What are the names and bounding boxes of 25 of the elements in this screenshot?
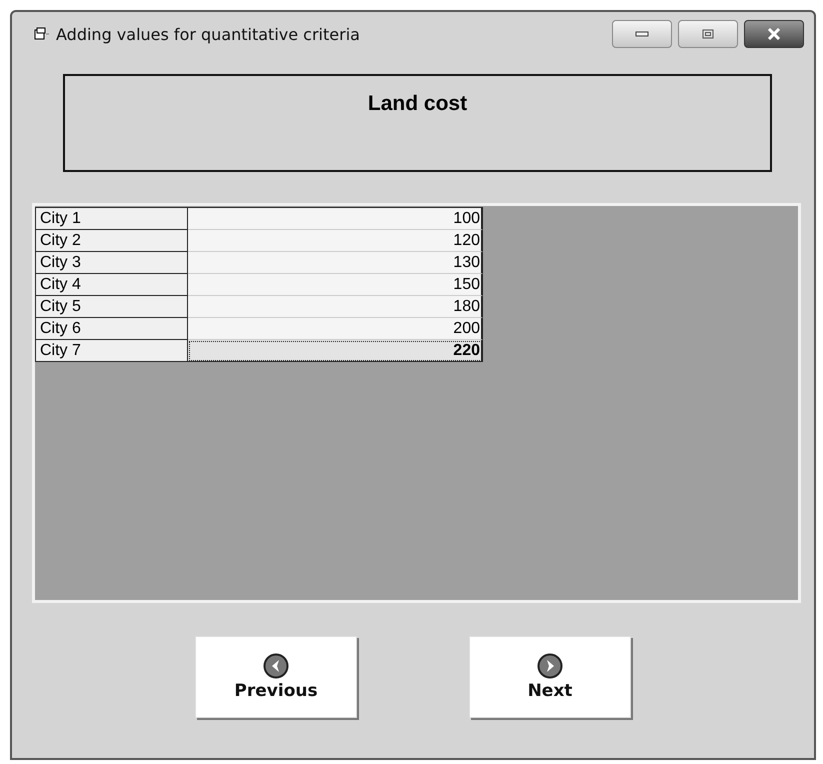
row-header[interactable]: City 4 xyxy=(35,274,188,296)
value-cell[interactable]: 150 xyxy=(188,274,483,296)
maximize-icon xyxy=(702,29,714,39)
window-title: Adding values for quantitative criteria xyxy=(56,24,360,44)
value-cell[interactable]: 200 xyxy=(188,318,483,340)
minimize-button[interactable] xyxy=(612,20,672,48)
minimize-icon xyxy=(635,31,649,37)
row-header[interactable]: City 6 xyxy=(35,318,188,340)
value-cell[interactable]: 220 xyxy=(188,340,483,362)
row-header[interactable]: City 3 xyxy=(35,252,188,274)
row-header[interactable]: City 5 xyxy=(35,296,188,318)
row-header[interactable]: City 1 xyxy=(35,207,188,230)
row-header[interactable]: City 7 xyxy=(35,340,188,362)
value-cell[interactable]: 100 xyxy=(188,207,483,230)
value-cell[interactable]: 180 xyxy=(188,296,483,318)
value-cell[interactable]: 130 xyxy=(188,252,483,274)
criterion-title: Land cost xyxy=(368,92,468,117)
next-button[interactable]: Next xyxy=(469,636,631,718)
maximize-button[interactable] xyxy=(678,20,738,48)
row-header[interactable]: City 2 xyxy=(35,230,188,252)
previous-button[interactable]: Previous xyxy=(195,636,357,718)
close-icon xyxy=(767,28,781,40)
window-icon xyxy=(34,27,50,41)
value-cell[interactable]: 120 xyxy=(188,230,483,252)
close-button[interactable] xyxy=(744,20,804,48)
